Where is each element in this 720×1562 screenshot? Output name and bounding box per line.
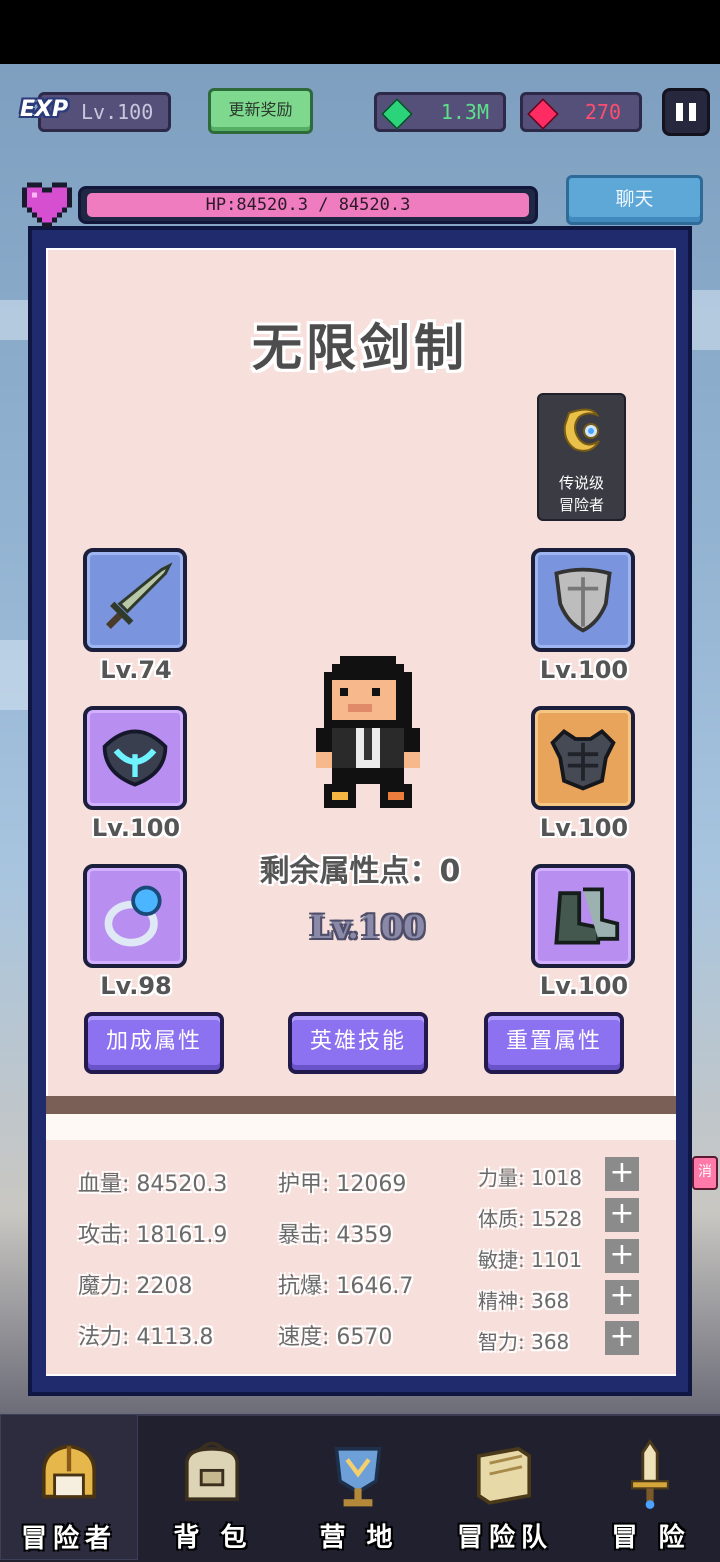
amulet-level: Lv.100 bbox=[91, 814, 181, 842]
hero-sprite bbox=[316, 656, 420, 808]
ring-level: Lv.98 bbox=[100, 972, 172, 1000]
shield-icon bbox=[554, 567, 612, 633]
backpack-icon bbox=[185, 1441, 239, 1501]
weapon-level: Lv.74 bbox=[100, 656, 172, 684]
stat-armor: 护甲: 12069 bbox=[278, 1172, 407, 1197]
attr-strength: 力量: 1018 bbox=[478, 1166, 582, 1190]
legendary-emblem-icon bbox=[563, 408, 600, 452]
armor-slot[interactable] bbox=[531, 706, 635, 810]
boots-level: Lv.100 bbox=[539, 972, 629, 1000]
remaining-points: 剩余属性点：0 bbox=[259, 854, 461, 889]
add-spirit-button[interactable]: + bbox=[605, 1280, 639, 1314]
book-icon bbox=[477, 1446, 531, 1505]
sword-icon bbox=[105, 562, 173, 630]
chat-button[interactable]: 聊天 bbox=[566, 175, 703, 225]
attr-spirit: 精神: 368 bbox=[478, 1289, 570, 1313]
stat-speed: 速度: 6570 bbox=[278, 1325, 393, 1350]
rank-line-2: 冒险者 bbox=[558, 496, 604, 514]
amulet-icon bbox=[102, 729, 168, 787]
sword-icon bbox=[630, 1439, 670, 1509]
nav-label: 冒 险 bbox=[611, 1523, 691, 1553]
add-agility-button[interactable]: + bbox=[605, 1239, 639, 1273]
nav-adventure[interactable]: 冒 险 bbox=[582, 1414, 720, 1560]
reset-attributes-button[interactable]: 重置属性 bbox=[484, 1012, 624, 1074]
panel-divider bbox=[46, 1096, 676, 1114]
camp-icon bbox=[334, 1447, 382, 1507]
attr-intelligence: 智力: 368 bbox=[478, 1330, 570, 1354]
heart-icon bbox=[22, 182, 72, 228]
bonus-attributes-button[interactable]: 加成属性 bbox=[84, 1012, 224, 1074]
stat-magic: 魔力: 2208 bbox=[78, 1274, 193, 1299]
nav-adventurer[interactable]: 冒险者 bbox=[0, 1414, 138, 1560]
shield-slot[interactable] bbox=[531, 548, 635, 652]
exp-badge: EXP bbox=[20, 97, 69, 122]
nav-label: 背 包 bbox=[173, 1523, 253, 1553]
stat-attack: 攻击: 18161.9 bbox=[78, 1223, 228, 1248]
hero-skills-button[interactable]: 英雄技能 bbox=[288, 1012, 428, 1074]
armor-icon bbox=[550, 728, 616, 791]
nav-label: 冒险者 bbox=[20, 1524, 117, 1554]
rank-line-1: 传说级 bbox=[558, 474, 604, 492]
add-strength-button[interactable]: + bbox=[605, 1157, 639, 1191]
nav-backpack[interactable]: 背 包 bbox=[144, 1414, 282, 1560]
character-title: 无限剑制 bbox=[252, 319, 468, 377]
armor-level: Lv.100 bbox=[539, 814, 629, 842]
nav-camp[interactable]: 营 地 bbox=[290, 1414, 428, 1560]
stat-hp: 血量: 84520.3 bbox=[78, 1172, 228, 1197]
pause-button[interactable] bbox=[662, 88, 710, 136]
stat-crit-resist: 抗爆: 1646.7 bbox=[278, 1274, 414, 1299]
background-cloud bbox=[0, 640, 30, 710]
shield-level: Lv.100 bbox=[539, 656, 629, 684]
add-intelligence-button[interactable]: + bbox=[605, 1321, 639, 1355]
amulet-slot[interactable] bbox=[83, 706, 187, 810]
stat-crit: 暴击: 4359 bbox=[278, 1223, 393, 1248]
weapon-slot[interactable] bbox=[83, 548, 187, 652]
pause-icon bbox=[676, 103, 683, 121]
nav-label: 冒险队 bbox=[456, 1523, 553, 1553]
add-constitution-button[interactable]: + bbox=[605, 1198, 639, 1232]
update-reward-button[interactable]: 更新奖励 bbox=[208, 88, 313, 134]
hp-text: HP:84520.3 / 84520.3 bbox=[205, 195, 411, 215]
helmet-icon bbox=[42, 1444, 96, 1499]
legendary-rank-card[interactable]: 传说级 冒险者 bbox=[537, 393, 626, 521]
status-bar-area bbox=[0, 0, 720, 64]
hero-level: Lv.100 bbox=[309, 908, 426, 946]
hp-bar: HP:84520.3 / 84520.3 bbox=[78, 186, 538, 224]
nav-party[interactable]: 冒险队 bbox=[436, 1414, 574, 1560]
stat-mana: 法力: 4113.8 bbox=[78, 1325, 214, 1350]
attr-agility: 敏捷: 1101 bbox=[478, 1248, 582, 1272]
attr-constitution: 体质: 1528 bbox=[478, 1207, 582, 1231]
side-tab[interactable]: 消 bbox=[692, 1156, 718, 1190]
nav-label: 营 地 bbox=[319, 1523, 399, 1553]
